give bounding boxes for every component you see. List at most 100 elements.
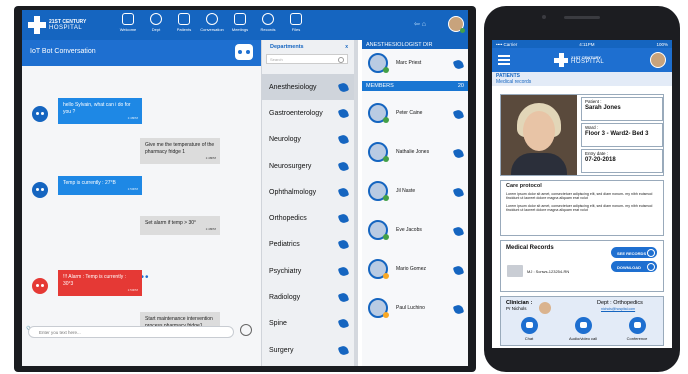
- patient-photo: [501, 95, 577, 175]
- member-item[interactable]: Jil Naste: [368, 177, 468, 207]
- members-count: 20: [457, 83, 464, 89]
- cross-logo-icon: [28, 16, 46, 34]
- user-avatar[interactable]: [448, 16, 465, 33]
- phone-icon[interactable]: [337, 186, 350, 199]
- member-name: Nathalie Jones: [396, 149, 430, 155]
- download-button[interactable]: DOWNLOAD: [611, 261, 657, 272]
- phone-icon[interactable]: [337, 265, 350, 277]
- clock-icon: [262, 13, 274, 25]
- avatar: [368, 298, 389, 318]
- phone-icon[interactable]: [452, 58, 465, 71]
- member-item[interactable]: Mario Gomez: [368, 255, 468, 285]
- member-name: Peter Caine: [396, 110, 423, 116]
- home-button[interactable]: [570, 354, 592, 360]
- member-item[interactable]: Eve Jacobs: [368, 216, 468, 246]
- members-label: MEMBERS: [366, 83, 394, 89]
- call-action[interactable]: Audio/video call: [563, 317, 603, 341]
- file-icon: [290, 13, 302, 25]
- nav-conversation[interactable]: Conversation: [198, 13, 226, 32]
- nav-welcome[interactable]: Welcome: [114, 13, 142, 32]
- department-label: Neurosurgery: [269, 162, 312, 170]
- chat-message-alarm: !!! Alarm : Temp is currently : 30°3 1:5…: [58, 270, 142, 296]
- person-name: Marc Priest: [396, 60, 422, 66]
- clinician-email-link[interactable]: nichols@hospital.com: [601, 307, 635, 311]
- nav-files[interactable]: Files: [282, 13, 310, 32]
- department-label: Pediatrics: [269, 241, 300, 249]
- care-protocol-title: Care protocol: [506, 183, 542, 189]
- medical-records-card: Medical Records MJ : Scnws-123254-RN SEE…: [500, 240, 664, 292]
- department-item[interactable]: Psychiatry: [262, 258, 354, 284]
- directory-panel: ANESTHESIOLOGIST DIR Marc Priest MEMBERS…: [362, 40, 468, 366]
- nav-records[interactable]: Records: [254, 13, 282, 32]
- department-item[interactable]: Ophthalmology: [262, 179, 354, 205]
- avatar: [539, 302, 551, 314]
- emoji-icon[interactable]: [240, 324, 252, 336]
- phone-icon[interactable]: [337, 212, 350, 225]
- nav-meetings[interactable]: Meetings: [226, 13, 254, 32]
- phone-icon[interactable]: [337, 160, 350, 172]
- department-item[interactable]: Neurosurgery: [262, 153, 354, 179]
- department-label: Psychiatry: [269, 267, 302, 275]
- department-item[interactable]: Gastroenterology: [262, 100, 354, 126]
- nav-patients[interactable]: Patients: [170, 13, 198, 32]
- directory-head-person[interactable]: Marc Priest: [368, 49, 468, 79]
- member-item[interactable]: Paul Luchino: [368, 294, 468, 324]
- department-item[interactable]: Pediatrics: [262, 232, 354, 258]
- department-item[interactable]: Anesthesiology: [262, 74, 354, 101]
- message-input[interactable]: Enter you text here...: [28, 326, 234, 338]
- phone-icon[interactable]: [452, 303, 465, 316]
- phone-icon[interactable]: [337, 344, 350, 356]
- clinician-card: Clinician : Pr Nichols Dept : Orthopedic…: [500, 296, 664, 346]
- member-name: Jil Naste: [396, 188, 416, 194]
- phone-icon[interactable]: [337, 81, 350, 93]
- avatar: [368, 103, 389, 123]
- phone-frame: •••• Carrier 4:11PM 100% 21ST CENTURY HO…: [484, 6, 680, 372]
- phone-icon[interactable]: [337, 107, 350, 120]
- menu-icon[interactable]: [498, 55, 510, 65]
- department-list: Anesthesiology Gastroenterology Neurology N…: [262, 74, 354, 366]
- department-item[interactable]: Orthopedics: [262, 205, 354, 231]
- phone-icon[interactable]: [452, 186, 465, 199]
- members-header: MEMBERS 20: [362, 81, 468, 91]
- phone-icon[interactable]: [452, 264, 465, 277]
- department-item[interactable]: Neurology: [262, 127, 354, 153]
- bot-icon: [235, 44, 253, 60]
- logout-icon[interactable]: ⇦ ⌂: [414, 20, 426, 28]
- chat-action[interactable]: Chat: [509, 317, 549, 341]
- member-list: Peter Caine Nathalie Jones Jil Naste Eve Ja…: [362, 91, 468, 361]
- department-search-input[interactable]: Search: [266, 54, 348, 64]
- avatar: [368, 181, 389, 201]
- department-item[interactable]: Spine: [262, 311, 354, 337]
- see-records-button[interactable]: SEE RECORDS: [611, 247, 657, 258]
- home-icon: [122, 13, 134, 25]
- department-item[interactable]: Urology: [262, 363, 354, 366]
- department-item[interactable]: Radiology: [262, 284, 354, 310]
- phone-icon[interactable]: [337, 239, 350, 251]
- phone-icon[interactable]: [452, 147, 465, 160]
- speaker-grille: [564, 16, 600, 19]
- directory-title: ANESTHESIOLOGIST DIR: [362, 40, 468, 49]
- phone-icon[interactable]: [452, 108, 465, 121]
- close-icon[interactable]: x: [345, 44, 348, 50]
- department-label: Orthopedics: [269, 215, 307, 223]
- nav-dept[interactable]: Dept: [142, 13, 170, 32]
- member-item[interactable]: Nathalie Jones: [368, 138, 468, 168]
- department-label: Ophthalmology: [269, 188, 317, 196]
- member-item[interactable]: Peter Caine: [368, 99, 468, 129]
- department-item[interactable]: Surgery: [262, 337, 354, 363]
- phone-icon[interactable]: [337, 318, 350, 330]
- patient-entry-field: Entry date : 07-20-2018: [581, 149, 663, 173]
- avatar: [368, 142, 389, 162]
- member-name: Paul Luchino: [396, 305, 425, 311]
- patient-name-field: Patient : Sarah Jones: [581, 97, 663, 121]
- patient-ward-field: Ward : Floor 3 - Ward2- Bed 3: [581, 123, 663, 147]
- phone-icon[interactable]: [452, 225, 465, 238]
- department-label: Surgery: [269, 346, 294, 354]
- phone-icon[interactable]: [337, 133, 350, 146]
- conference-action[interactable]: Conference: [617, 317, 657, 341]
- phone-header: 21ST CENTURY HOSPITAL: [492, 48, 672, 72]
- record-file[interactable]: MJ : Scnws-123254-RN: [527, 269, 569, 274]
- phone-icon[interactable]: [337, 291, 350, 304]
- user-avatar[interactable]: [650, 52, 666, 68]
- patient-card: Patient : Sarah Jones Ward : Floor 3 - W…: [500, 94, 664, 176]
